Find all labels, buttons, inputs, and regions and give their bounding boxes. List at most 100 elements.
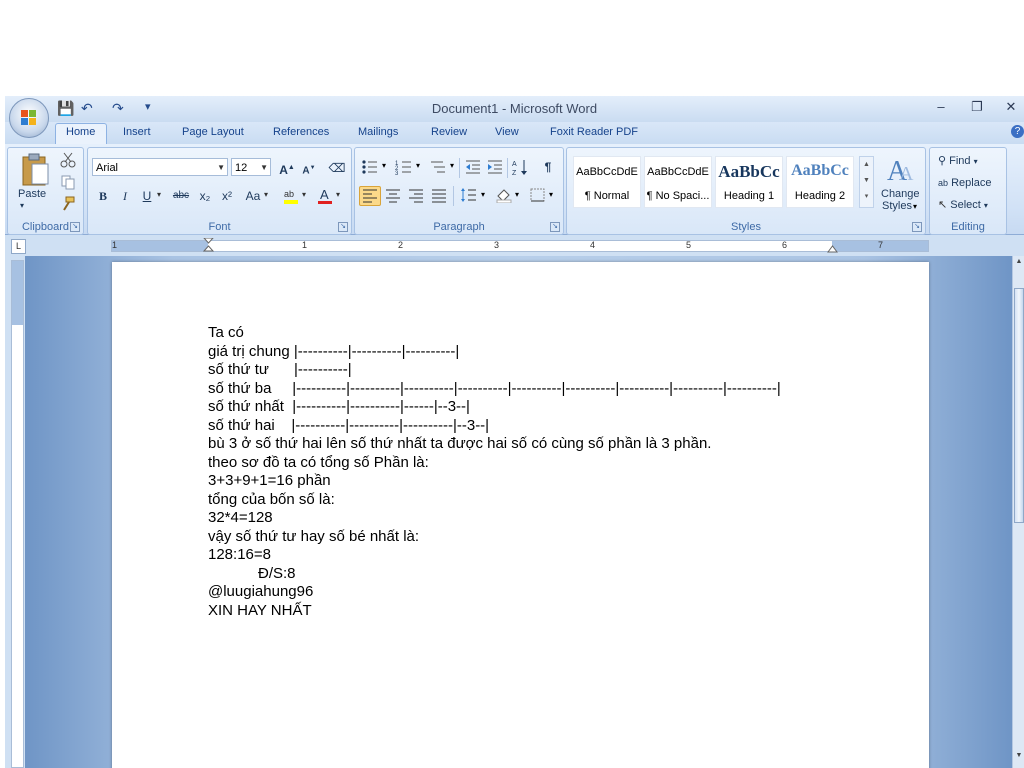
subscript-button[interactable]: x₂ (194, 186, 216, 206)
numbering-icon[interactable]: 1 2 3 (395, 158, 413, 176)
style-normal[interactable]: AaBbCcDdE ¶ Normal (573, 156, 641, 208)
bullets-icon[interactable] (361, 158, 379, 176)
shrink-font-button[interactable]: A▼ (298, 158, 320, 178)
tab-page-layout[interactable]: Page Layout (182, 126, 244, 138)
shading-button[interactable] (493, 186, 515, 206)
font-name-combo[interactable]: Arial ▼ (92, 158, 228, 176)
tab-foxit-reader-pdf[interactable]: Foxit Reader PDF (550, 126, 638, 138)
paragraph-label: Paragraph (433, 221, 485, 233)
tab-references[interactable]: References (273, 126, 329, 138)
scrollbar-thumb[interactable] (1014, 288, 1024, 523)
tab-insert[interactable]: Insert (123, 126, 151, 138)
line-spacing-button[interactable] (458, 186, 480, 206)
minimize-button[interactable]: – (930, 98, 952, 116)
change-case-dropdown-icon[interactable]: ▾ (264, 190, 268, 199)
font-name-dropdown-icon[interactable]: ▼ (217, 159, 225, 177)
shading-dropdown-icon[interactable]: ▾ (515, 190, 519, 199)
sort-icon[interactable]: AZ (512, 158, 530, 176)
borders-icon (530, 188, 545, 202)
find-binoculars-icon: ⚲ (938, 155, 947, 167)
scroll-up-icon[interactable]: ▲ (1014, 258, 1024, 265)
numbering-dropdown-icon[interactable]: ▾ (416, 161, 420, 170)
align-right-icon (409, 189, 423, 203)
doc-line: Đ/S:8 (208, 564, 296, 582)
find-button[interactable]: ⚲ Find ▾ (938, 154, 978, 167)
change-case-button[interactable]: Aa (240, 186, 266, 206)
underline-button[interactable]: U (136, 186, 158, 206)
paragraph-launcher-icon[interactable]: ↘ (550, 222, 560, 232)
align-center-button[interactable] (382, 186, 404, 206)
justify-button[interactable] (428, 186, 450, 206)
cut-icon[interactable] (60, 152, 76, 168)
styles-scroll[interactable]: ▲ ▼ ▾ (859, 156, 874, 208)
paste-icon[interactable] (20, 152, 50, 188)
tab-review[interactable]: Review (431, 126, 467, 138)
font-size-combo[interactable]: 12 ▼ (231, 158, 271, 176)
editing-label: Editing (951, 221, 985, 233)
change-styles-label-1[interactable]: Change (881, 188, 920, 200)
clear-formatting-icon[interactable]: ⌫ (326, 158, 348, 178)
increase-indent-icon[interactable] (486, 158, 504, 176)
ruler-number: 6 (782, 240, 788, 250)
show-marks-button[interactable]: ¶ (537, 157, 559, 177)
close-button[interactable]: ✕ (1000, 98, 1022, 116)
font-launcher-icon[interactable]: ↘ (338, 222, 348, 232)
borders-button[interactable] (527, 186, 549, 206)
superscript-button[interactable]: x² (216, 186, 238, 206)
replace-button[interactable]: ab Replace (938, 177, 991, 189)
styles-scroll-down-icon[interactable]: ▼ (860, 173, 873, 189)
highlight-button[interactable]: ab (280, 186, 302, 206)
paste-dropdown-icon[interactable]: ▾ (20, 201, 24, 210)
font-color-button[interactable]: A (314, 186, 336, 206)
indent-marker-icon[interactable] (203, 238, 214, 254)
copy-icon[interactable] (60, 174, 76, 190)
horizontal-ruler[interactable]: 1 1 2 3 4 5 6 7 (111, 238, 929, 254)
doc-line: 3+3+9+1=16 phần (208, 472, 331, 489)
tab-view[interactable]: View (495, 126, 519, 138)
right-indent-marker-icon[interactable] (827, 244, 838, 254)
tab-mailings[interactable]: Mailings (358, 126, 398, 138)
grow-font-button[interactable]: A▲ (276, 158, 298, 178)
style-no-spacing[interactable]: AaBbCcDdE ¶ No Spaci... (644, 156, 712, 208)
align-right-button[interactable] (405, 186, 427, 206)
multilevel-list-icon[interactable] (429, 158, 447, 176)
scroll-down-icon[interactable]: ▼ (1014, 752, 1024, 759)
change-styles-label-2[interactable]: Styles (882, 200, 912, 212)
change-styles-dropdown-icon[interactable]: ▾ (913, 202, 917, 211)
select-dropdown-icon[interactable]: ▾ (984, 201, 988, 210)
document-body[interactable]: Ta có giá trị chung |----------|--------… (208, 324, 781, 620)
office-button[interactable] (9, 98, 49, 138)
font-size-dropdown-icon[interactable]: ▼ (260, 159, 268, 177)
highlight-dropdown-icon[interactable]: ▾ (302, 190, 306, 199)
font-name-value: Arial (96, 162, 119, 174)
vertical-scrollbar[interactable]: ▲ ▼ (1012, 256, 1024, 768)
bold-button[interactable]: B (92, 186, 114, 206)
align-left-button[interactable] (359, 186, 381, 206)
font-color-dropdown-icon[interactable]: ▾ (336, 190, 340, 199)
strikethrough-button[interactable]: abc (168, 186, 194, 206)
document-page[interactable]: Ta có giá trị chung |----------|--------… (112, 262, 929, 768)
style-heading-1[interactable]: AaBbCc Heading 1 (715, 156, 783, 208)
clipboard-launcher-icon[interactable]: ↘ (70, 222, 80, 232)
paste-button[interactable]: Paste (18, 188, 46, 200)
line-spacing-dropdown-icon[interactable]: ▾ (481, 190, 485, 199)
italic-button[interactable]: I (114, 186, 136, 206)
tab-home[interactable]: Home (66, 126, 95, 138)
styles-launcher-icon[interactable]: ↘ (912, 222, 922, 232)
select-button[interactable]: ↖ Select ▾ (938, 198, 988, 211)
find-dropdown-icon[interactable]: ▾ (974, 157, 978, 166)
decrease-indent-icon[interactable] (464, 158, 482, 176)
borders-dropdown-icon[interactable]: ▾ (549, 190, 553, 199)
change-styles-icon[interactable]: A A (885, 154, 917, 184)
style-heading-2[interactable]: AaBbCc Heading 2 (786, 156, 854, 208)
format-painter-icon[interactable] (60, 196, 76, 212)
restore-button[interactable]: ❐ (966, 98, 988, 116)
styles-more-icon[interactable]: ▾ (860, 189, 873, 205)
multilevel-dropdown-icon[interactable]: ▾ (450, 161, 454, 170)
tab-selector[interactable]: L (11, 239, 26, 254)
styles-scroll-up-icon[interactable]: ▲ (860, 157, 873, 173)
vertical-ruler[interactable] (11, 260, 24, 768)
help-icon[interactable]: ? (1011, 125, 1024, 138)
underline-dropdown-icon[interactable]: ▾ (157, 190, 161, 199)
bullets-dropdown-icon[interactable]: ▾ (382, 161, 386, 170)
